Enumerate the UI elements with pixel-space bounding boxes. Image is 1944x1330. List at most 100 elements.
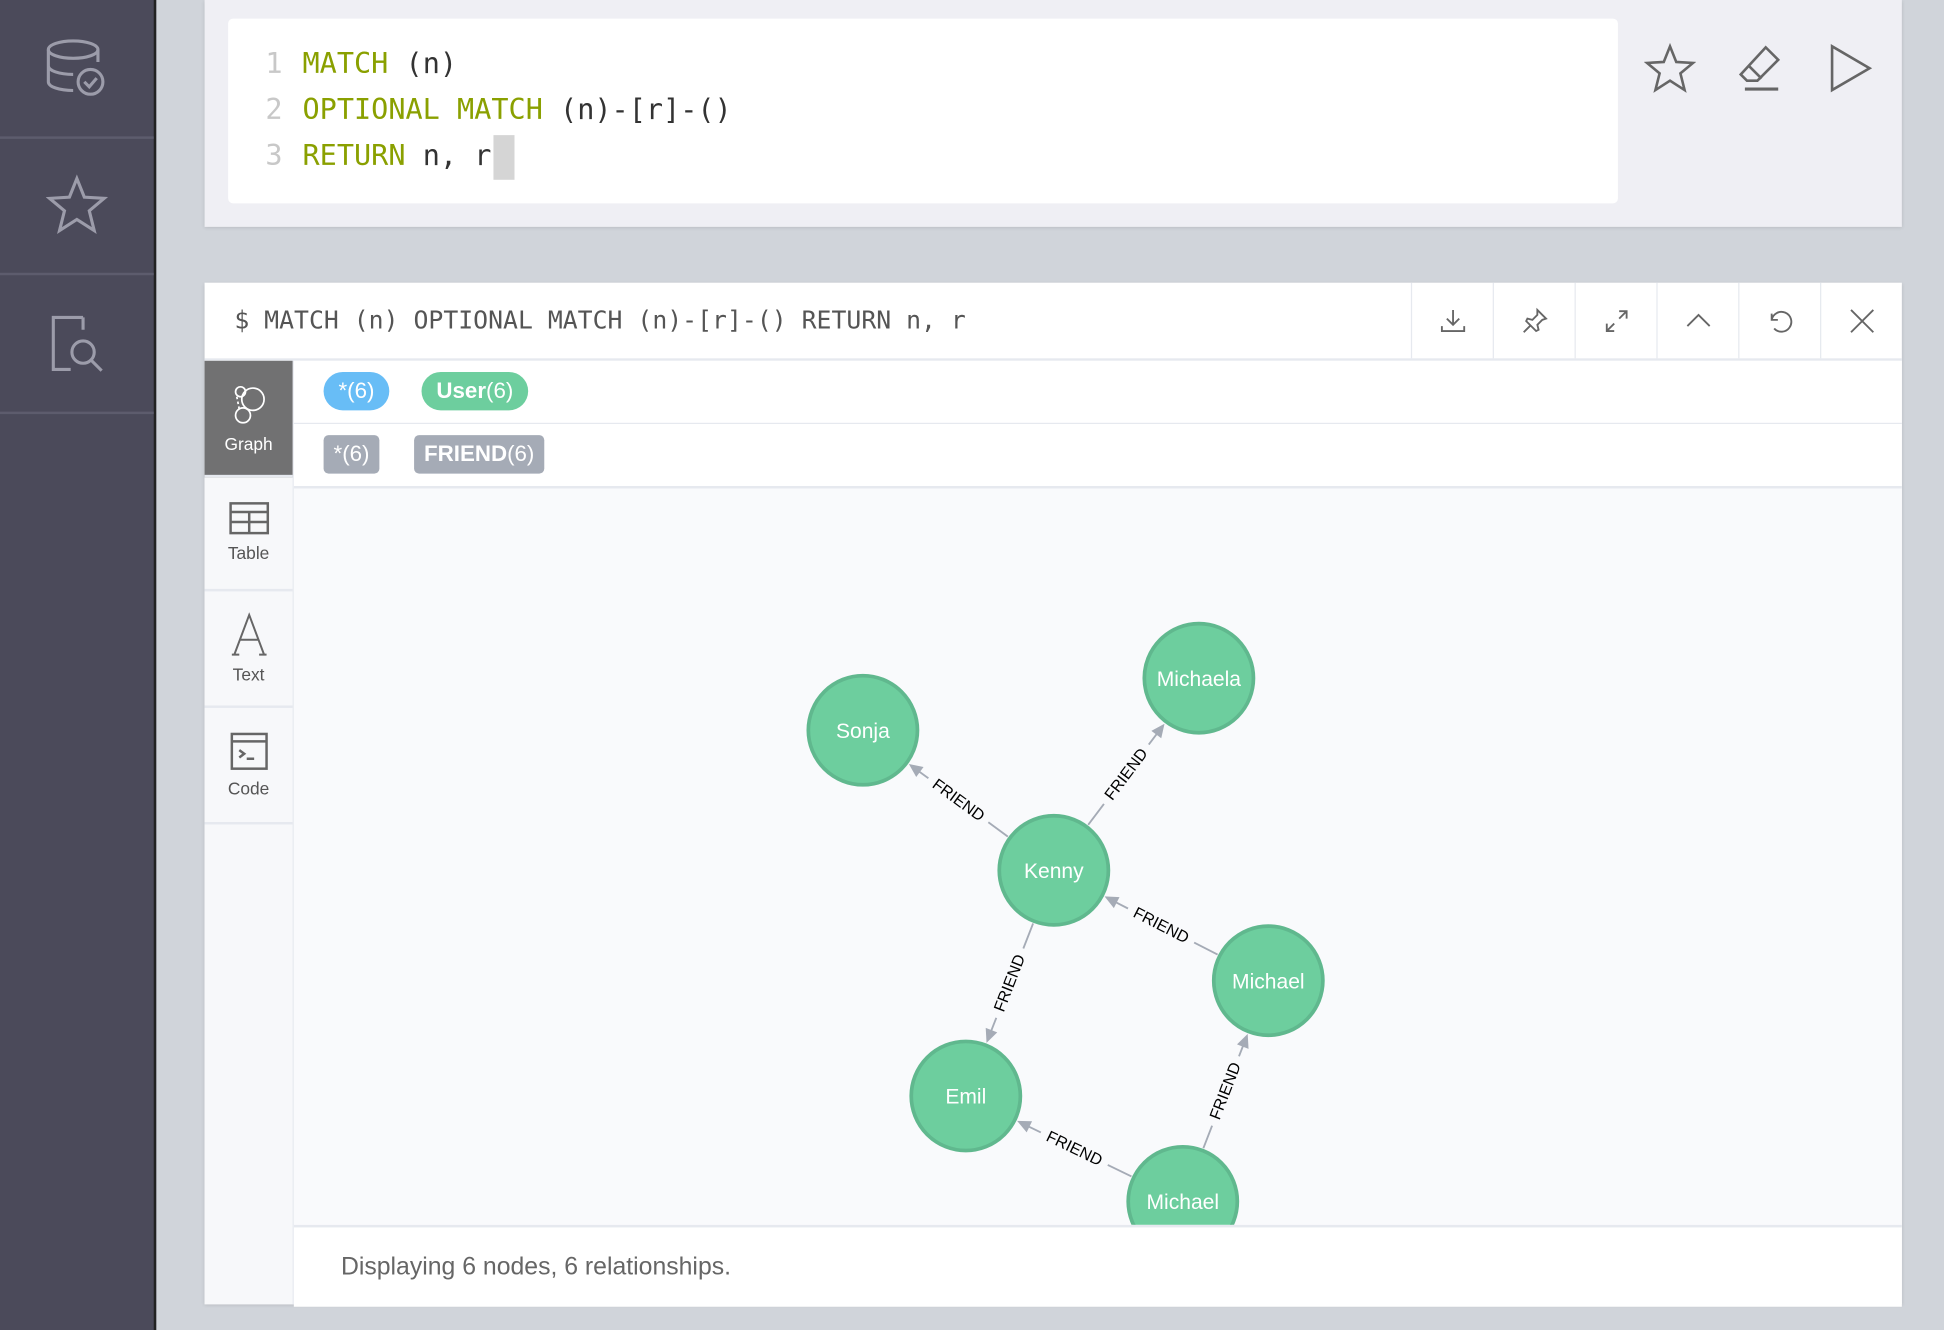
view-label: Graph — [224, 433, 273, 454]
arrowhead-icon — [1151, 723, 1165, 739]
nav-documents[interactable] — [0, 275, 154, 415]
pill-count: (6) — [486, 378, 514, 403]
result-frame: $ MATCH (n) OPTIONAL MATCH (n)-[r]-() RE… — [204, 282, 1902, 1307]
relationship-line — [987, 821, 1009, 838]
collapse-icon — [1686, 312, 1710, 327]
nav-database[interactable] — [0, 0, 154, 139]
rel-type-friend[interactable]: FRIEND(6) — [414, 435, 545, 474]
view-graph[interactable]: Graph — [204, 360, 293, 478]
text-icon — [231, 612, 266, 656]
node-kenny[interactable]: Kenny — [997, 813, 1111, 927]
relationship-friend[interactable]: FRIEND — [1087, 723, 1165, 826]
pill-name: User — [436, 378, 487, 403]
node-emil[interactable]: Emil — [909, 1039, 1023, 1153]
code-line: 1 MATCH (n) — [265, 42, 458, 88]
keyword: MATCH — [302, 48, 389, 81]
rerun-button[interactable] — [1738, 282, 1820, 359]
expand-icon — [1605, 309, 1627, 332]
rel-type-all[interactable]: *(6) — [323, 435, 380, 474]
view-label: Code — [227, 778, 270, 799]
node-caption: Sonja — [836, 720, 890, 743]
result-header: $ MATCH (n) OPTIONAL MATCH (n)-[r]-() RE… — [204, 282, 1902, 361]
code-text: (n) — [388, 48, 458, 81]
relationship-label: FRIEND — [1043, 1127, 1105, 1169]
relationship-label: FRIEND — [1130, 904, 1192, 947]
view-table[interactable]: Table — [204, 475, 293, 592]
relationship-line — [1193, 941, 1219, 956]
line-number: 3 — [265, 140, 283, 173]
relationship-friend[interactable]: FRIEND — [908, 763, 1009, 838]
status-text: Displaying 6 nodes, 6 relationships. — [340, 1253, 732, 1281]
relationship-line — [1107, 1164, 1132, 1178]
clear-button[interactable] — [1730, 37, 1792, 99]
node-label-user[interactable]: User(6) — [421, 371, 529, 411]
arrowhead-icon — [1236, 1033, 1249, 1049]
relationship-types-row: *(6) FRIEND(6) — [293, 424, 1902, 489]
relationship-friend[interactable]: FRIEND — [985, 923, 1034, 1043]
pill-name: * — [338, 378, 348, 403]
code-icon — [229, 732, 268, 770]
node-michaela[interactable]: Michaela — [1142, 621, 1256, 735]
relationship-line — [1022, 923, 1034, 949]
eraser-icon — [1738, 45, 1781, 91]
star-icon — [1643, 42, 1697, 93]
code-line: 2 OPTIONAL MATCH (n)-[r]-() — [265, 88, 732, 134]
node-labels-row: *(6) User(6) — [293, 360, 1902, 426]
graph-canvas[interactable]: FRIEND FRIEND FRIEND FRIEND FRIEND FRIEND Sonj… — [293, 488, 1902, 1258]
relationship-label: FRIEND — [1206, 1060, 1244, 1122]
result-command[interactable]: $ MATCH (n) OPTIONAL MATCH (n)-[r]-() RE… — [234, 305, 966, 335]
node-caption: Michael — [1146, 1191, 1219, 1214]
relationship-line — [1202, 1125, 1213, 1149]
relationship-friend[interactable]: FRIEND — [1202, 1033, 1249, 1149]
run-button[interactable] — [1819, 37, 1881, 99]
close-icon — [1849, 308, 1874, 333]
download-icon — [1440, 309, 1465, 332]
keyword: OPTIONAL MATCH — [302, 94, 543, 127]
line-number: 2 — [265, 94, 283, 127]
pin-button[interactable] — [1492, 282, 1575, 359]
view-label: Table — [227, 543, 270, 563]
editor-frame: 1 MATCH (n) 2 OPTIONAL MATCH (n)-[r]-() 3R… — [204, 0, 1902, 227]
node-label-all[interactable]: *(6) — [323, 371, 390, 411]
graph-icon — [234, 385, 265, 424]
code-line: 3 RETURN n, r — [265, 134, 515, 180]
relationship-friend[interactable]: FRIEND — [1017, 1120, 1132, 1178]
favorite-button[interactable] — [1639, 37, 1701, 99]
view-sidebar: Graph Table Text Code — [204, 360, 294, 1305]
play-icon — [1830, 44, 1873, 93]
text-cursor — [493, 134, 515, 180]
code-text: (n)-[r]-() — [542, 94, 732, 127]
node-michael1[interactable]: Michael — [1211, 924, 1325, 1038]
node-caption: Kenny — [1024, 860, 1084, 883]
left-nav — [0, 0, 157, 1330]
view-label: Text — [232, 664, 265, 685]
view-code[interactable]: Code — [204, 708, 293, 825]
pill-count: (6) — [507, 441, 535, 467]
close-button[interactable] — [1820, 282, 1902, 359]
node-michael2[interactable]: Michael — [1126, 1144, 1240, 1258]
node-caption: Michael — [1232, 970, 1305, 993]
relationship-label: FRIEND — [991, 952, 1030, 1014]
node-sonja[interactable]: Sonja — [806, 673, 920, 787]
relationship-friend[interactable]: FRIEND — [1104, 896, 1219, 956]
collapse-button[interactable] — [1656, 282, 1738, 359]
refresh-icon — [1770, 310, 1792, 332]
pill-name: FRIEND — [424, 441, 508, 467]
relationship-line — [1087, 803, 1105, 826]
relationship-label: FRIEND — [929, 775, 988, 825]
pill-count: (6) — [342, 441, 370, 467]
database-check-icon — [46, 39, 105, 96]
node-caption: Michaela — [1157, 668, 1242, 691]
node-caption: Emil — [945, 1086, 986, 1109]
relationship-label: FRIEND — [1101, 745, 1151, 804]
view-text[interactable]: Text — [204, 591, 293, 708]
pill-name: * — [333, 441, 343, 467]
status-bar: Displaying 6 nodes, 6 relationships. — [293, 1224, 1902, 1307]
table-icon — [228, 502, 269, 535]
query-editor[interactable]: 1 MATCH (n) 2 OPTIONAL MATCH (n)-[r]-() 3R… — [228, 18, 1618, 204]
nav-favorites[interactable] — [0, 136, 154, 276]
fullscreen-button[interactable] — [1574, 282, 1657, 359]
line-number: 1 — [265, 48, 283, 81]
graph-svg[interactable]: FRIEND FRIEND FRIEND FRIEND FRIEND FRIEND Sonj… — [294, 488, 1902, 1258]
download-button[interactable] — [1410, 282, 1493, 359]
